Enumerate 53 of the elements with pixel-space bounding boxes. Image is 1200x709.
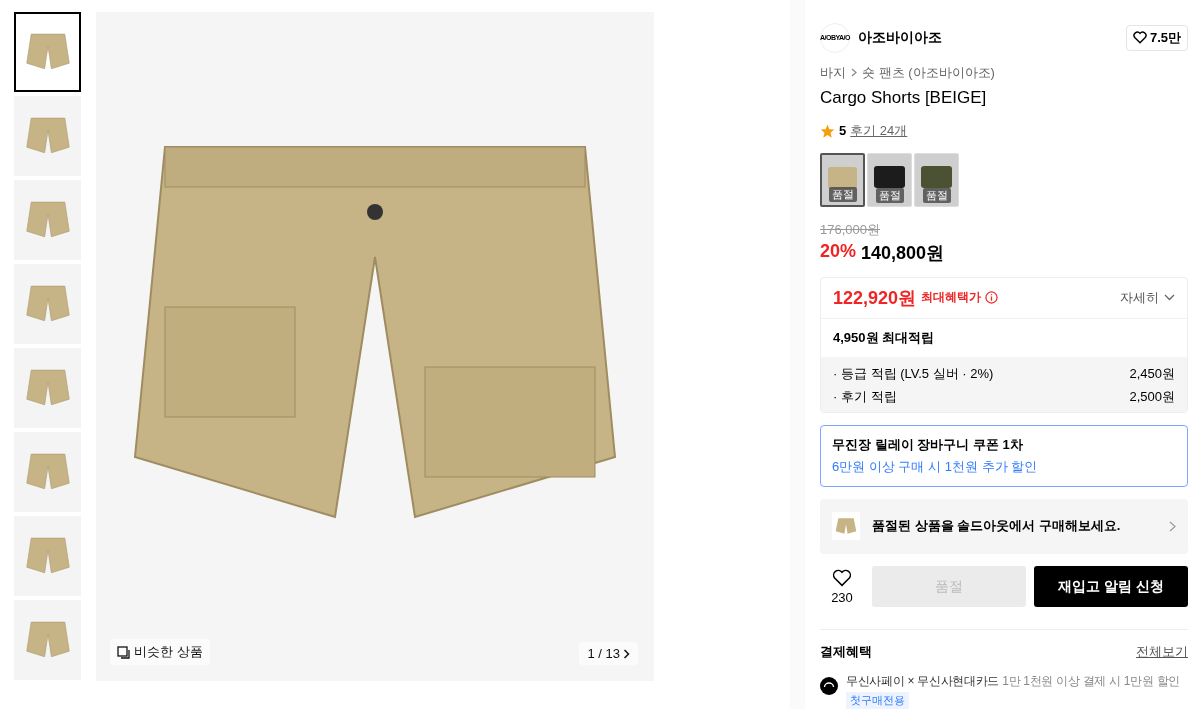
heart-icon bbox=[832, 568, 852, 587]
product-title: Cargo Shorts [BEIGE] bbox=[820, 87, 988, 108]
breadcrumb-link[interactable]: 숏 팬츠 (아조바이아조) bbox=[862, 63, 995, 82]
breadcrumb-link[interactable]: 바지 bbox=[820, 63, 846, 82]
offer-tag: 첫구매전용 bbox=[846, 692, 909, 709]
max-points-text: 4,950원 최대적립 bbox=[833, 328, 935, 347]
heart-icon bbox=[1132, 31, 1147, 45]
similar-icon bbox=[117, 645, 130, 659]
brand-like-button[interactable]: 7.5만 bbox=[1125, 24, 1188, 51]
color-swatch[interactable]: 품절 bbox=[820, 152, 865, 207]
chevron-right-icon bbox=[623, 648, 630, 659]
image-counter[interactable]: 1 / 13 bbox=[579, 642, 638, 665]
payment-offer-text: 무신사페이 × 무신사현대카드 1만 1천원 이상 결제 시 1만원 할인 bbox=[846, 673, 1180, 690]
points-label: · 등급 적립 (LV.5 실버 · 2%) bbox=[833, 364, 994, 383]
sale-price: 140,800원 bbox=[861, 241, 945, 265]
points-amount: 2,450원 bbox=[1129, 364, 1175, 383]
rating-score: 5 bbox=[839, 123, 847, 139]
color-swatch[interactable]: 품절 bbox=[867, 152, 912, 207]
thumbnail[interactable] bbox=[14, 516, 81, 596]
thumbnail[interactable] bbox=[14, 600, 81, 680]
chevron-right-icon bbox=[1169, 520, 1176, 532]
info-icon[interactable] bbox=[985, 291, 999, 305]
discount-rate: 20% bbox=[820, 240, 857, 263]
shorts-thumbnail bbox=[833, 517, 859, 536]
soldout-banner[interactable]: 품절된 상품을 솔드아웃에서 구매해보세요. bbox=[820, 498, 1188, 554]
points-amount: 2,500원 bbox=[1129, 387, 1175, 406]
details-toggle[interactable]: 자세히 bbox=[1120, 288, 1175, 307]
section-title: 결제혜택 bbox=[820, 643, 872, 661]
chevron-right-icon bbox=[851, 68, 857, 78]
thumbnail[interactable] bbox=[14, 180, 81, 260]
thumbnail[interactable] bbox=[14, 348, 81, 428]
max-benefit-label: 최대혜택가 bbox=[921, 289, 982, 307]
similar-products-button[interactable]: 비슷한 상품 bbox=[110, 639, 210, 665]
view-all-link[interactable]: 전체보기 bbox=[1136, 643, 1188, 661]
points-label: · 후기 적립 bbox=[833, 387, 897, 406]
chevron-down-icon bbox=[1164, 294, 1175, 302]
thumbnail[interactable] bbox=[14, 432, 81, 512]
reviews-link[interactable]: 후기 24개 bbox=[850, 121, 908, 140]
coupon-title: 무진장 릴레이 장바구니 쿠폰 1차 bbox=[832, 435, 1024, 454]
thumbnail[interactable] bbox=[14, 96, 81, 176]
card-logo-icon bbox=[820, 677, 838, 695]
soldout-banner-text: 품절된 상품을 솔드아웃에서 구매해보세요. bbox=[872, 517, 1121, 536]
restock-alert-button[interactable]: 재입고 알림 신청 bbox=[1034, 566, 1188, 607]
like-button[interactable]: 230 bbox=[820, 568, 864, 605]
color-swatch[interactable]: 품절 bbox=[914, 152, 959, 207]
coupon-subtitle: 6만원 이상 구매 시 1천원 추가 할인 bbox=[832, 457, 1039, 476]
thumbnail[interactable] bbox=[14, 12, 81, 92]
thumbnail[interactable] bbox=[14, 264, 81, 344]
original-price: 176,000원 bbox=[820, 220, 881, 239]
star-icon bbox=[820, 123, 835, 138]
coupon-card[interactable]: 무진장 릴레이 장바구니 쿠폰 1차 6만원 이상 구매 시 1천원 추가 할인 bbox=[820, 424, 1188, 487]
brand-name[interactable]: 아조바이아조 bbox=[858, 28, 942, 47]
max-benefit-price: 122,920원 bbox=[833, 286, 917, 310]
